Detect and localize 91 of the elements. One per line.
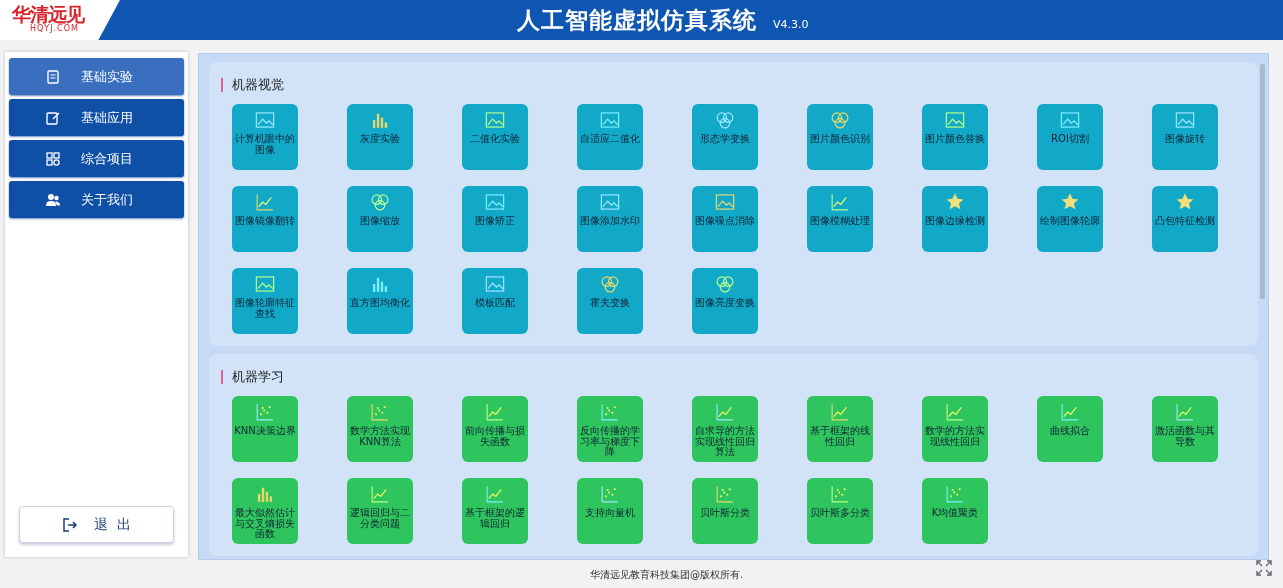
- section-title: 机器学习: [232, 368, 284, 386]
- experiment-tile[interactable]: 图像矫正: [462, 186, 528, 252]
- experiment-tile[interactable]: 前向传播与损失函数: [462, 396, 528, 462]
- scatter-plot-icon: [254, 401, 276, 423]
- copyright-text: 华清远见教育科技集团@版权所有.: [590, 568, 744, 582]
- circles-icon: [714, 273, 736, 295]
- line-chart-icon: [369, 483, 391, 505]
- picture-icon: [254, 273, 276, 295]
- experiment-tile[interactable]: 最大似然估计与交叉熵损失函数: [232, 478, 298, 544]
- scatter-plot-icon: [599, 483, 621, 505]
- experiment-tile[interactable]: 曲线拟合: [1037, 396, 1103, 462]
- experiment-tile[interactable]: 灰度实验: [347, 104, 413, 170]
- experiment-tile[interactable]: 图像轮廓特征查找: [232, 268, 298, 334]
- experiment-tile[interactable]: 激活函数与其导数: [1152, 396, 1218, 462]
- app-title: 人工智能虚拟仿真系统: [517, 5, 757, 35]
- experiment-tile[interactable]: 图片颜色识别: [807, 104, 873, 170]
- exit-button[interactable]: 退 出: [19, 506, 174, 543]
- experiment-tile[interactable]: 霍夫变换: [577, 268, 643, 334]
- sidebar-item[interactable]: 基础应用: [9, 99, 184, 136]
- picture-icon: [714, 191, 736, 213]
- sidebar-item[interactable]: 综合项目: [9, 140, 184, 177]
- picture-icon: [599, 191, 621, 213]
- experiment-tile[interactable]: 图像边缘检测: [922, 186, 988, 252]
- experiment-tile[interactable]: 形态学变换: [692, 104, 758, 170]
- experiment-tile[interactable]: 基于框架的逻辑回归: [462, 478, 528, 544]
- logo-subtitle: HQYJ.COM: [30, 24, 79, 33]
- sidebar-item[interactable]: 关于我们: [9, 181, 184, 218]
- people-icon: [45, 191, 61, 208]
- experiment-tile[interactable]: 模板匹配: [462, 268, 528, 334]
- experiment-tile[interactable]: 基于框架的线性回归: [807, 396, 873, 462]
- scatter-plot-icon: [944, 483, 966, 505]
- experiment-tile[interactable]: 逻辑回归与二分类问题: [347, 478, 413, 544]
- experiment-tile[interactable]: KNN决策边界: [232, 396, 298, 462]
- experiment-tile[interactable]: 图片颜色替换: [922, 104, 988, 170]
- experiment-tile[interactable]: 自适应二值化: [577, 104, 643, 170]
- experiment-tile[interactable]: 反向传播的学习率与梯度下降: [577, 396, 643, 462]
- experiment-tile[interactable]: 图像镜像翻转: [232, 186, 298, 252]
- experiment-tile[interactable]: 图像旋转: [1152, 104, 1218, 170]
- picture-icon: [484, 109, 506, 131]
- experiment-tile[interactable]: 图像亮度变换: [692, 268, 758, 334]
- picture-icon: [484, 191, 506, 213]
- picture-icon: [1059, 109, 1081, 131]
- scatter-plot-icon: [714, 483, 736, 505]
- picture-icon: [254, 109, 276, 131]
- scatter-plot-icon: [369, 401, 391, 423]
- picture-icon: [1174, 109, 1196, 131]
- grid-icon: [45, 150, 61, 167]
- experiment-tile[interactable]: 贝叶斯分类: [692, 478, 758, 544]
- experiment-tile[interactable]: 绘制图像轮廓: [1037, 186, 1103, 252]
- picture-icon: [484, 273, 506, 295]
- picture-icon: [944, 109, 966, 131]
- circles-icon: [599, 273, 621, 295]
- experiment-tile[interactable]: 图像添加水印: [577, 186, 643, 252]
- logout-icon: [62, 516, 79, 533]
- experiment-tile[interactable]: 数学方法实现KNN算法: [347, 396, 413, 462]
- circles-icon: [369, 191, 391, 213]
- experiment-tile[interactable]: 图像噪点消除: [692, 186, 758, 252]
- experiment-tile[interactable]: 数学的方法实现线性回归: [922, 396, 988, 462]
- sidebar-item[interactable]: 基础实验: [9, 58, 184, 95]
- fullscreen-icon[interactable]: [1255, 559, 1273, 577]
- experiment-tile[interactable]: 贝叶斯多分类: [807, 478, 873, 544]
- logo-text: 华清远见: [12, 4, 84, 24]
- circles-icon: [714, 109, 736, 131]
- experiment-tile[interactable]: 图像模糊处理: [807, 186, 873, 252]
- section-title: 机器视觉: [232, 76, 284, 94]
- scatter-plot-icon: [599, 401, 621, 423]
- circles-icon: [829, 109, 851, 131]
- experiment-tile[interactable]: 计算机眼中的图像: [232, 104, 298, 170]
- line-chart-icon: [254, 191, 276, 213]
- experiment-tile[interactable]: K均值聚类: [922, 478, 988, 544]
- clipboard-icon: [45, 68, 61, 85]
- line-chart-icon: [829, 191, 851, 213]
- scrollbar[interactable]: [1260, 64, 1265, 299]
- line-chart-icon: [1174, 401, 1196, 423]
- experiment-tile[interactable]: 凸包特征检测: [1152, 186, 1218, 252]
- scatter-plot-icon: [829, 483, 851, 505]
- line-chart-icon: [484, 401, 506, 423]
- line-chart-icon: [829, 401, 851, 423]
- line-chart-icon: [944, 401, 966, 423]
- edit-icon: [45, 109, 61, 126]
- version-label: V4.3.0: [773, 17, 809, 31]
- experiment-tile[interactable]: 二值化实验: [462, 104, 528, 170]
- picture-icon: [599, 109, 621, 131]
- experiment-tile[interactable]: 直方图均衡化: [347, 268, 413, 334]
- line-chart-icon: [484, 483, 506, 505]
- experiment-tile[interactable]: 图像缩放: [347, 186, 413, 252]
- experiment-tile[interactable]: 自求导的方法实现线性回归算法: [692, 396, 758, 462]
- line-chart-icon: [714, 401, 736, 423]
- experiment-tile[interactable]: ROI切割: [1037, 104, 1103, 170]
- line-chart-icon: [1059, 401, 1081, 423]
- experiment-tile[interactable]: 支持向量机: [577, 478, 643, 544]
